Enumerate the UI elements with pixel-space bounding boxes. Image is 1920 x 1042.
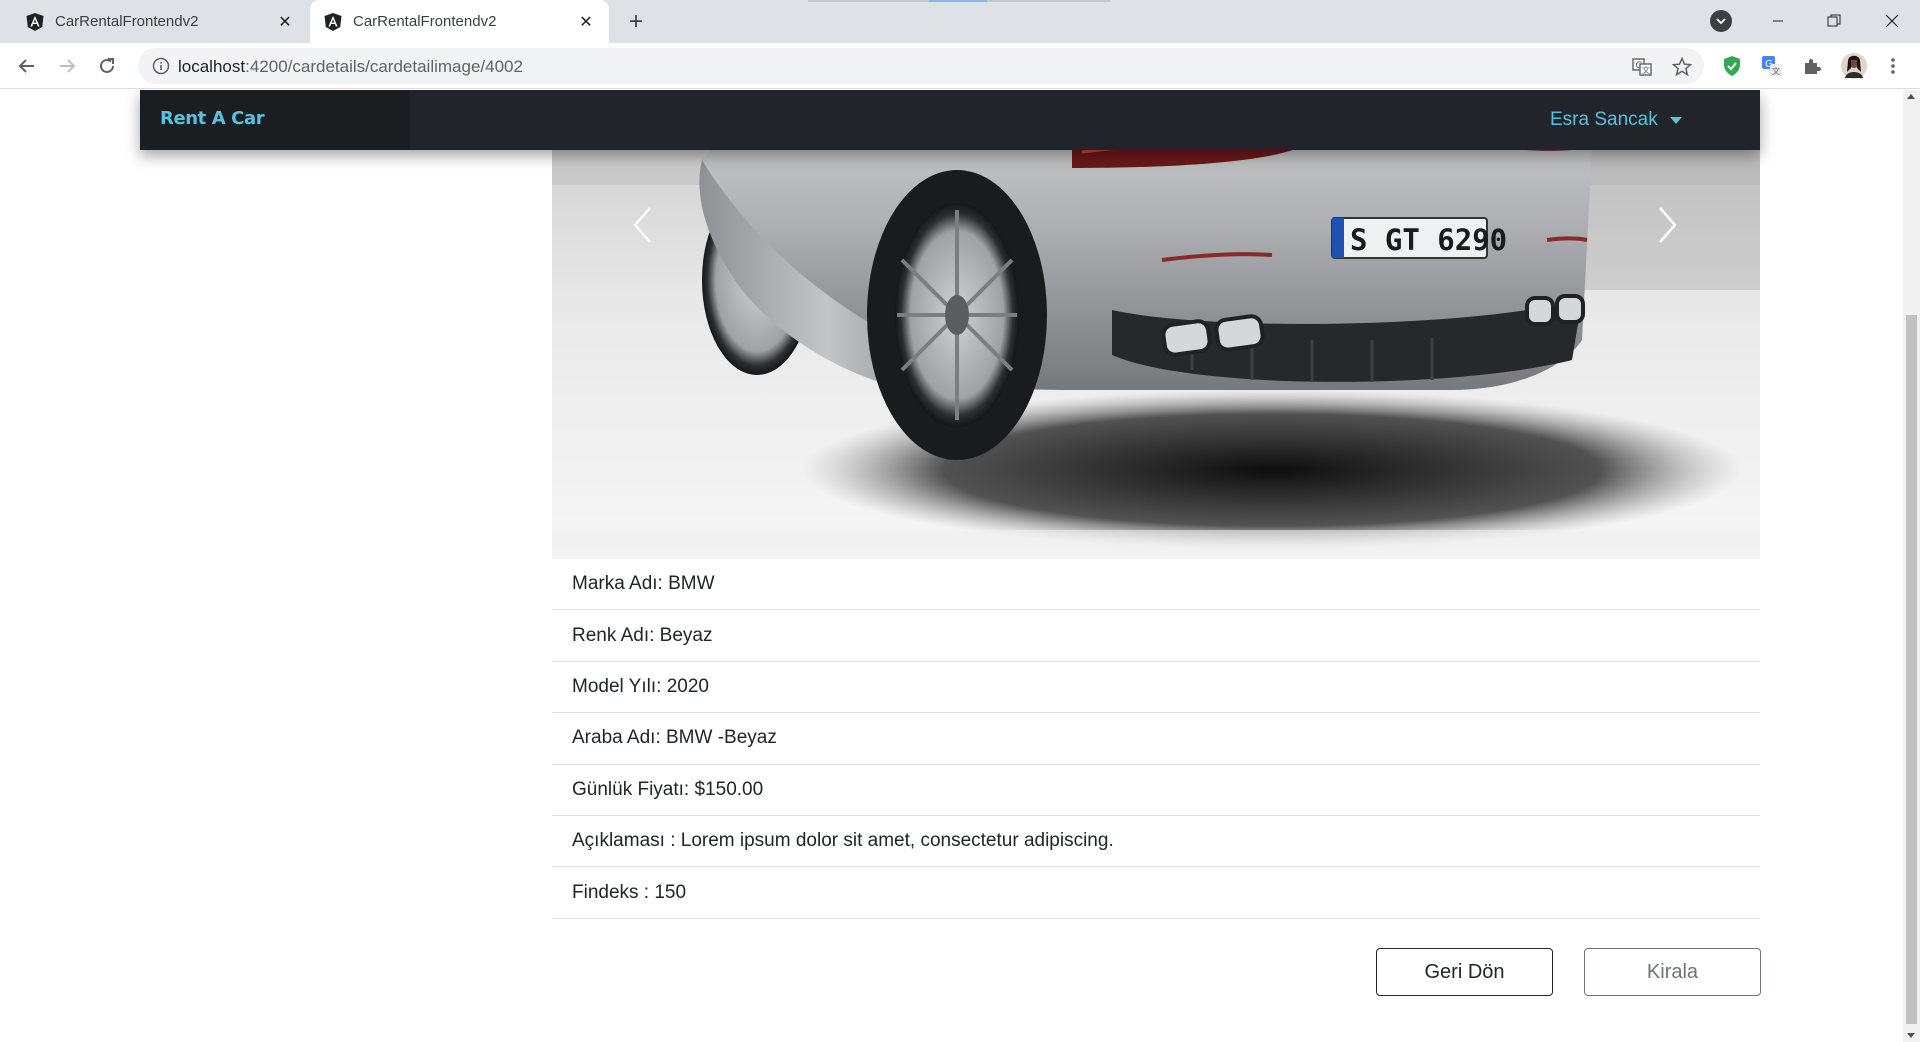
scroll-up-icon[interactable]	[1907, 94, 1915, 99]
tab-title: CarRentalFrontendv2	[353, 13, 497, 30]
brand-link[interactable]: Rent A Car	[160, 108, 265, 129]
svg-text:文: 文	[1772, 66, 1780, 76]
detail-color: Renk Adı: Beyaz	[552, 610, 1760, 662]
car-photo: S GT 6290	[552, 90, 1760, 559]
back-arrow-icon[interactable]	[12, 51, 42, 81]
close-icon[interactable]: ✕	[574, 10, 598, 34]
caret-down-icon	[1669, 116, 1682, 124]
close-icon[interactable]: ✕	[273, 10, 297, 34]
rent-button[interactable]: Kirala	[1584, 948, 1761, 996]
page-viewport: S GT 6290 Rent A Car Esra Sancak Marka A…	[0, 90, 1920, 1042]
restore-icon[interactable]	[1814, 6, 1854, 36]
puzzle-extensions-icon[interactable]	[1801, 55, 1823, 77]
car-detail-list: Marka Adı: BMW Renk Adı: Beyaz Model Yıl…	[552, 559, 1760, 919]
info-icon[interactable]	[152, 57, 170, 75]
user-name: Esra Sancak	[1550, 109, 1658, 130]
top-navbar: Rent A Car Esra Sancak	[140, 90, 1760, 150]
svg-text:文: 文	[1642, 65, 1650, 75]
tab-title: CarRentalFrontendv2	[55, 13, 199, 30]
scrollbar-thumb[interactable]	[1906, 315, 1917, 1024]
shield-extension-icon[interactable]	[1721, 55, 1743, 77]
license-plate-text: S GT 6290	[1350, 223, 1507, 257]
detail-car-name: Araba Adı: BMW -Beyaz	[552, 713, 1760, 765]
car-image-carousel: S GT 6290	[552, 90, 1760, 559]
minimize-icon[interactable]	[1758, 6, 1798, 36]
detail-findeks: Findeks : 150	[552, 867, 1760, 919]
url-path: :4200/cardetails/cardetailimage/4002	[245, 57, 523, 76]
angular-icon	[324, 12, 342, 31]
browser-tab-1[interactable]: CarRentalFrontendv2 ✕	[12, 0, 308, 43]
url-text: localhost:4200/cardetails/cardetailimage…	[178, 57, 523, 77]
detail-model-year: Model Yılı: 2020	[552, 662, 1760, 714]
address-bar[interactable]: localhost:4200/cardetails/cardetailimage…	[138, 48, 1704, 84]
translate-extension-icon[interactable]: G文	[1761, 55, 1783, 77]
browser-toolbar: localhost:4200/cardetails/cardetailimage…	[0, 43, 1920, 89]
forward-arrow-icon[interactable]	[52, 51, 82, 81]
translate-icon[interactable]: G文	[1632, 57, 1652, 77]
browser-tab-strip: CarRentalFrontendv2 ✕ CarRentalFrontendv…	[0, 0, 1920, 43]
user-menu-dropdown[interactable]: Esra Sancak	[1550, 109, 1682, 131]
url-host: localhost	[178, 57, 246, 76]
page-scrollbar[interactable]	[1903, 90, 1920, 1042]
reload-icon[interactable]	[92, 51, 122, 81]
menu-dots-icon[interactable]	[1882, 55, 1904, 77]
tab-group-indicator	[808, 0, 1110, 2]
avatar[interactable]	[1840, 52, 1868, 80]
close-window-icon[interactable]	[1872, 6, 1912, 36]
carousel-prev-button[interactable]	[622, 195, 662, 255]
detail-brand: Marka Adı: BMW	[552, 559, 1760, 611]
back-button[interactable]: Geri Dön	[1376, 948, 1553, 996]
carousel-next-button[interactable]	[1648, 195, 1688, 255]
star-icon[interactable]	[1672, 57, 1692, 77]
angular-icon	[26, 12, 44, 31]
detail-description: Açıklaması : Lorem ipsum dolor sit amet,…	[552, 816, 1760, 868]
browser-tab-2[interactable]: CarRentalFrontendv2 ✕	[310, 0, 609, 43]
detail-daily-price: Günlük Fiyatı: $150.00	[552, 765, 1760, 816]
new-tab-button[interactable]: +	[622, 8, 650, 36]
tab-search-icon[interactable]	[1710, 10, 1732, 32]
scroll-down-icon[interactable]	[1907, 1033, 1915, 1038]
